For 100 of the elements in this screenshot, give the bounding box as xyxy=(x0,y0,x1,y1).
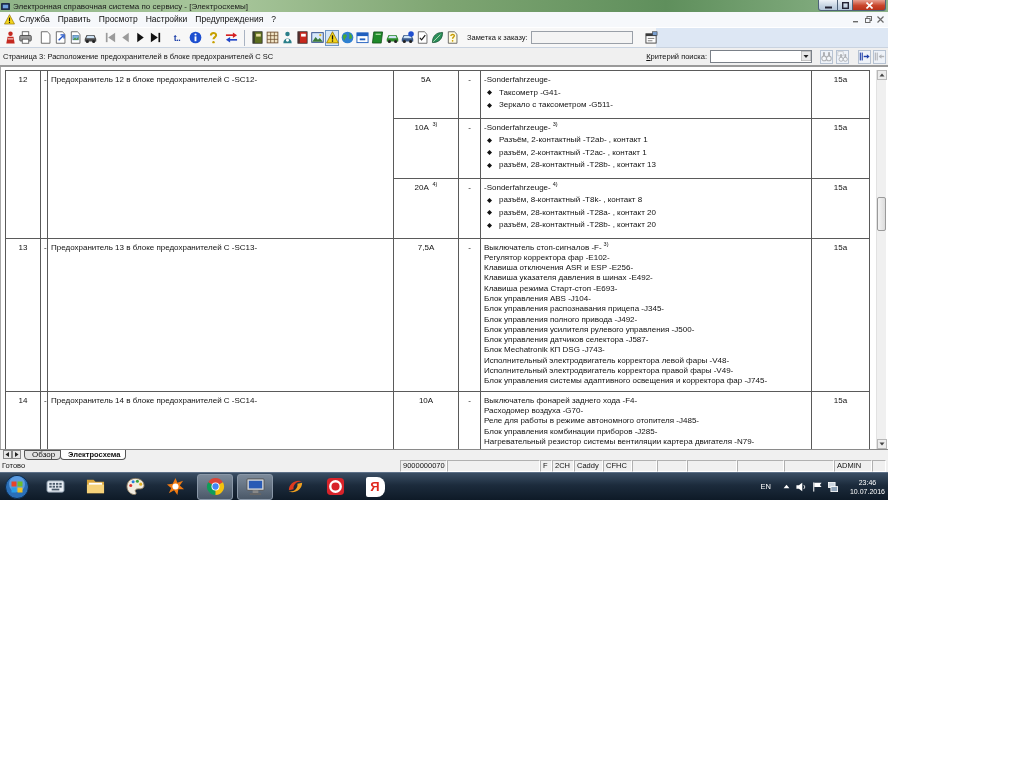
consumer-item: разъём, 28-контактный -T28b- , контакт 13 xyxy=(499,160,656,171)
toolbar-button[interactable] xyxy=(18,29,32,46)
menu-item[interactable]: Предупреждения xyxy=(191,13,268,26)
speaker-icon[interactable] xyxy=(795,481,806,492)
swap-arrows-icon xyxy=(224,31,238,44)
binoculars-icon xyxy=(821,51,832,62)
picture-icon xyxy=(310,31,324,44)
fuse-rating: 10A xyxy=(418,395,434,405)
consumer-text: -Sonderfahrzeuge-$^{3)}$ xyxy=(484,122,558,133)
menu-item[interactable]: ? xyxy=(267,13,280,26)
warning-icon xyxy=(325,31,339,44)
restore-icon[interactable] xyxy=(865,16,872,23)
toolbar-button[interactable] xyxy=(370,29,384,46)
tab-scroll-left-icon[interactable] xyxy=(3,450,12,459)
maximize-button[interactable] xyxy=(838,0,853,11)
flag-icon[interactable] xyxy=(811,481,822,492)
car-badge-icon xyxy=(400,31,414,44)
consumer-item: Зеркало с таксометром -G511- xyxy=(499,100,613,111)
consumer-item: разъём, 28-контактный -T28a- , контакт 20 xyxy=(499,207,656,218)
scroll-up-icon[interactable] xyxy=(877,70,887,80)
consumer-text: Блок управления комбинации приборов -J285- xyxy=(484,426,658,437)
grid-icon xyxy=(265,31,279,44)
fuse-description: Предохранитель 12 в блоке предохранителей C -SC12- xyxy=(51,75,258,84)
book-icon xyxy=(295,31,309,44)
close-icon xyxy=(865,1,873,9)
note-field[interactable] xyxy=(530,31,633,44)
search-criteria-field[interactable] xyxy=(710,50,812,63)
consumer-text: -Sonderfahrzeuge- xyxy=(484,75,551,86)
consumer-text: Исполнительный электродвигатель корректора правой фары -V49- xyxy=(484,366,734,377)
dash-text: - xyxy=(468,75,471,84)
ring-icon xyxy=(325,477,345,496)
consumer-text: Блок управления ABS -J104- xyxy=(484,294,591,305)
dash-text: - xyxy=(468,242,471,252)
search-button[interactable] xyxy=(858,49,871,64)
binoculars-page-icon xyxy=(837,51,848,62)
book-icon xyxy=(370,31,384,44)
dash-text: - xyxy=(44,75,47,84)
consumer-item: Разъём, 2-контактный -T2ab- , контакт 1 xyxy=(499,135,648,146)
palette-icon xyxy=(125,477,145,496)
warning-icon[interactable] xyxy=(4,14,15,25)
tab-scroll-right-icon[interactable] xyxy=(12,450,21,459)
consumer-item: разъём, 28-контактный -T28b- , контакт 20 xyxy=(499,220,656,231)
question-page-icon xyxy=(445,31,459,44)
close-button[interactable] xyxy=(853,0,886,11)
menu-item[interactable]: Править xyxy=(53,13,95,26)
consumer-text: Расходомер воздуха -G70- xyxy=(484,405,584,417)
toolbar-button[interactable] xyxy=(250,29,264,46)
scrollbar-thumb[interactable] xyxy=(877,197,886,231)
note-button[interactable] xyxy=(643,29,659,46)
toolbar-button[interactable] xyxy=(295,29,309,46)
menu-item[interactable]: Просмотр xyxy=(94,13,142,26)
terminal-label: 15a xyxy=(833,122,848,132)
minimize-button[interactable] xyxy=(818,0,838,11)
image-page-icon xyxy=(68,31,82,44)
consumer-text: Клавиша указателя давления в шинах -E492- xyxy=(484,273,653,284)
toolbar-button[interactable] xyxy=(325,29,339,46)
dash-text: - xyxy=(468,395,471,405)
page-arrow-icon xyxy=(53,31,67,44)
consumer-item: разъём, 8-контактный -T8k- , контакт 8 xyxy=(499,195,643,206)
toolbar-button[interactable] xyxy=(415,29,429,46)
consumer-text: Клавиша режима Старт-стоп -E693- xyxy=(484,283,618,294)
consumer-text: Регулятор корректора фар -E102- xyxy=(484,252,610,264)
status-pane xyxy=(632,460,657,472)
dash-text: - xyxy=(468,182,471,192)
dash-text: - xyxy=(468,122,471,132)
arrow-bar-icon xyxy=(874,51,885,62)
consumer-item: разъём, 2-контактный -T2ac- , контакт 1 xyxy=(499,147,647,158)
consumer-text: Блок управления датчиков селектора -J587- xyxy=(484,335,649,346)
consumer-text: Реле для работы в режиме автономного отопителя -J485- xyxy=(484,416,699,427)
network-icon[interactable] xyxy=(827,481,838,492)
scroll-down-icon[interactable] xyxy=(877,439,887,449)
menu-item[interactable]: Служба xyxy=(15,13,54,26)
toolbar-text-button[interactable]: t.. xyxy=(170,29,184,46)
start-icon xyxy=(5,474,29,499)
form-icon xyxy=(644,31,658,44)
folder-icon xyxy=(85,477,105,496)
keyboard-icon xyxy=(45,477,65,496)
window-title: Электронная справочная система по сервису - [Электросхемы] xyxy=(13,0,249,12)
status-pane xyxy=(872,460,886,472)
caret-up-icon[interactable] xyxy=(782,483,790,490)
app-icon xyxy=(1,1,10,11)
leaf-icon xyxy=(430,31,444,44)
dash-text: - xyxy=(44,242,47,252)
fuse-number: 12 xyxy=(18,75,28,84)
consumer-text: Блок управления усилителя рулевого управления -J500- xyxy=(484,324,695,336)
fuse-number: 13 xyxy=(18,242,28,252)
toolbar-button[interactable] xyxy=(400,29,414,46)
close-icon[interactable] xyxy=(877,16,884,23)
terminal-label: 15a xyxy=(833,75,848,84)
person-icon xyxy=(3,31,17,44)
start-button[interactable] xyxy=(5,473,31,500)
status-pane xyxy=(737,460,784,472)
splat-icon xyxy=(165,477,185,496)
toolbar-button[interactable] xyxy=(188,29,202,46)
taskbar-button[interactable]: Я xyxy=(357,473,393,500)
toolbar-button[interactable] xyxy=(355,29,369,46)
checked-page-icon xyxy=(415,31,429,44)
person-icon xyxy=(280,31,294,44)
consumer-text: -Sonderfahrzeuge-$^{4)}$ xyxy=(484,182,558,193)
menu-item[interactable]: Настройки xyxy=(141,13,192,26)
